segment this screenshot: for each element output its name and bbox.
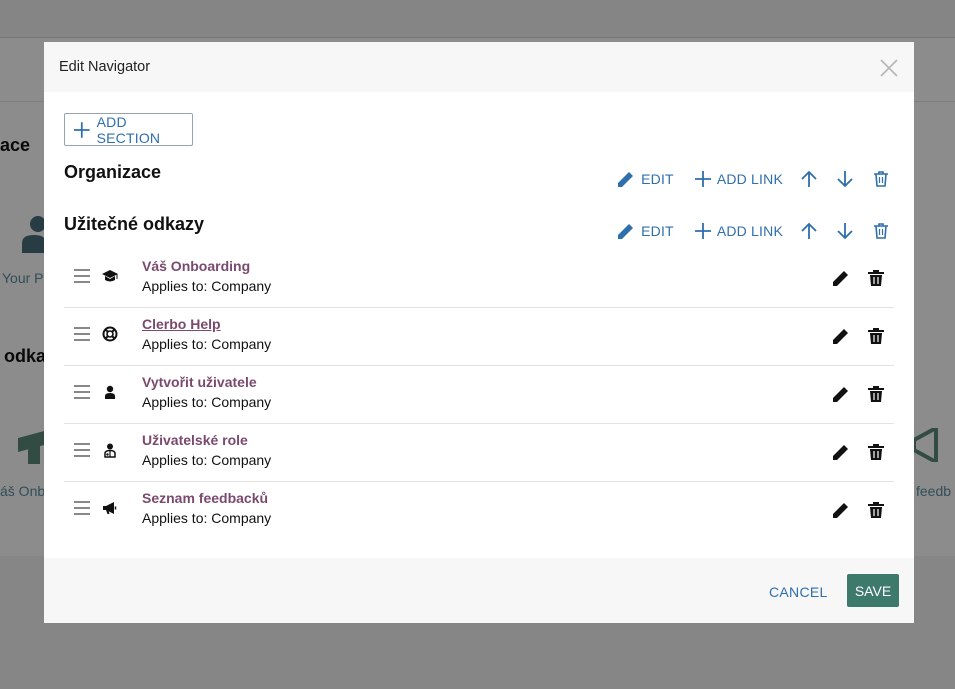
link-applies: Applies to: Company (142, 510, 272, 526)
section-title-uzitecne-odkazy: Užitečné odkazy (64, 214, 205, 234)
cancel-button[interactable]: CANCEL (769, 584, 828, 600)
drag-handle-icon[interactable] (74, 385, 90, 399)
list-item: Clerbo Help Applies to: Company (64, 308, 894, 366)
link-applies: Applies to: Company (142, 278, 272, 294)
link-applies: Applies to: Company (142, 394, 272, 410)
pencil-icon (618, 224, 634, 239)
trash-icon[interactable] (868, 327, 884, 345)
move-down-icon[interactable] (836, 170, 854, 188)
section-edit-label: EDIT (641, 171, 674, 187)
move-up-icon[interactable] (800, 222, 818, 240)
graduation-cap-icon (102, 270, 118, 282)
section-edit-button[interactable]: EDIT (617, 170, 674, 188)
section-actions-organizace: EDIT ADD LINK (617, 167, 888, 191)
save-button[interactable]: SAVE (847, 574, 899, 607)
add-section-button[interactable]: ADD SECTION (64, 113, 193, 146)
pencil-icon (618, 172, 634, 187)
trash-icon[interactable] (868, 385, 884, 403)
user-icon (105, 385, 115, 399)
close-icon[interactable] (879, 58, 899, 78)
list-item: Uživatelské role Applies to: Company (64, 424, 894, 482)
drag-handle-icon[interactable] (74, 269, 90, 283)
trash-icon[interactable] (868, 443, 884, 461)
trash-icon[interactable] (868, 269, 884, 287)
link-applies: Applies to: Company (142, 452, 272, 468)
user-role-icon (104, 443, 116, 458)
drag-handle-icon[interactable] (74, 501, 90, 515)
link-name[interactable]: Clerbo Help (142, 316, 221, 332)
megaphone-icon (103, 502, 117, 514)
pencil-icon[interactable] (832, 443, 850, 461)
drag-handle-icon[interactable] (74, 327, 90, 341)
list-item: Seznam feedbacků Applies to: Company (64, 482, 894, 540)
section-add-link-button[interactable]: ADD LINK (694, 223, 783, 239)
section-add-link-label: ADD LINK (716, 223, 783, 239)
pencil-icon[interactable] (832, 385, 850, 403)
pencil-icon[interactable] (832, 501, 850, 519)
move-down-icon[interactable] (836, 222, 854, 240)
list-item: Váš Onboarding Applies to: Company (64, 250, 894, 308)
edit-navigator-dialog: Edit Navigator ADD SECTION Organizace ED… (44, 42, 914, 623)
plus-icon (74, 121, 90, 138)
section-actions-uzitecne-odkazy: EDIT ADD LINK (617, 219, 888, 243)
drag-handle-icon[interactable] (74, 443, 90, 457)
link-name[interactable]: Uživatelské role (142, 432, 248, 448)
pencil-icon[interactable] (832, 269, 850, 287)
plus-icon (694, 223, 711, 239)
lifebuoy-icon (102, 326, 118, 342)
section-title-organizace: Organizace (64, 162, 162, 182)
trash-icon[interactable] (874, 171, 888, 187)
section-add-link-label: ADD LINK (716, 171, 783, 187)
section-edit-label: EDIT (641, 223, 674, 239)
move-up-icon[interactable] (800, 170, 818, 188)
link-name[interactable]: Seznam feedbacků (142, 490, 268, 506)
list-item: Vytvořit uživatele Applies to: Company (64, 366, 894, 424)
trash-icon[interactable] (868, 501, 884, 519)
link-applies: Applies to: Company (142, 336, 272, 352)
link-name[interactable]: Váš Onboarding (142, 258, 250, 274)
trash-icon[interactable] (874, 223, 888, 239)
modal-header: Edit Navigator (44, 42, 914, 92)
section-add-link-button[interactable]: ADD LINK (694, 171, 783, 187)
pencil-icon[interactable] (832, 327, 850, 345)
modal-title: Edit Navigator (59, 59, 151, 75)
link-name[interactable]: Vytvořit uživatele (142, 374, 257, 390)
add-section-label: ADD SECTION (96, 113, 161, 146)
section-edit-button[interactable]: EDIT (617, 222, 674, 240)
link-list: Váš Onboarding Applies to: Company Clerb… (64, 250, 894, 540)
plus-icon (694, 171, 711, 187)
